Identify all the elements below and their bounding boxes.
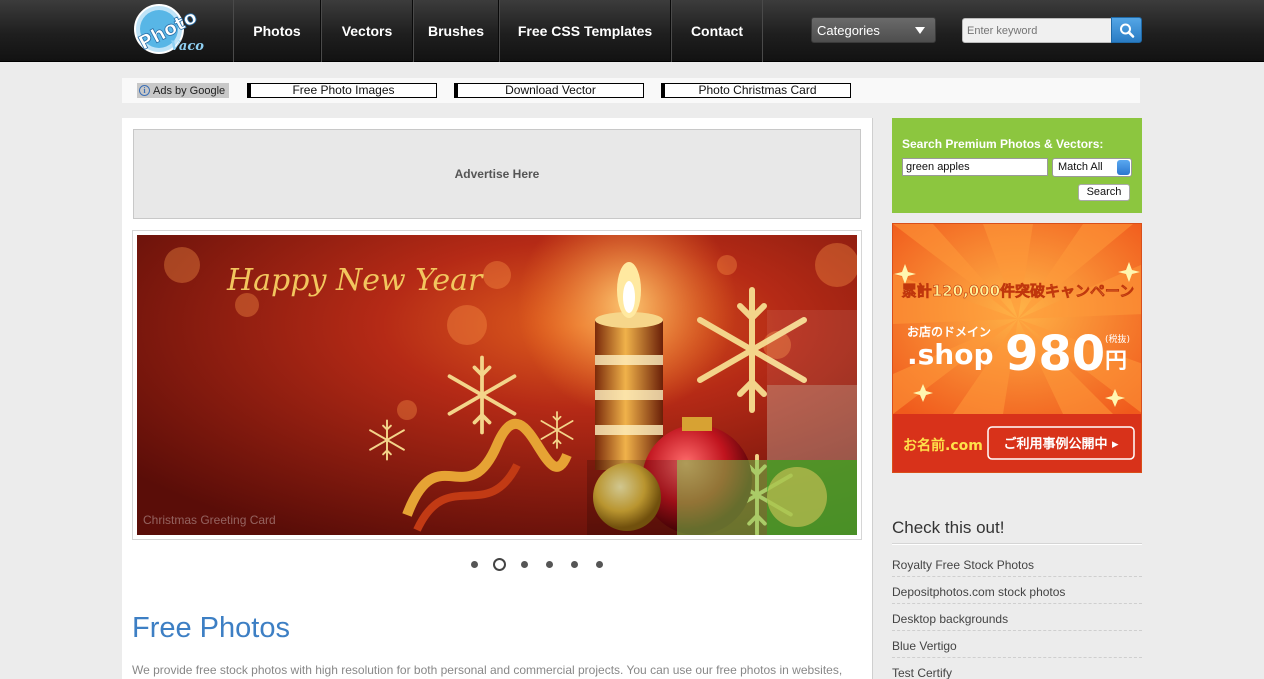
nav-brushes[interactable]: Brushes (413, 0, 499, 62)
banner-headline: 累計120,000件突破キャンペーン (902, 282, 1135, 300)
slider-dot-4[interactable] (546, 561, 553, 568)
banner-price: 980 (1005, 326, 1105, 382)
premium-search-title: Search Premium Photos & Vectors: (902, 137, 1104, 151)
main-nav: Photos Vectors Brushes Free CSS Template… (233, 0, 763, 62)
premium-search-input[interactable] (902, 158, 1048, 176)
slide-caption: Christmas Greeting Card (143, 513, 276, 527)
banner-yen: 円 (1105, 349, 1127, 374)
list-item[interactable]: Depositphotos.com stock photos (892, 577, 1142, 604)
banner-tax-note: (税抜) (1105, 333, 1130, 345)
page-title: Free Photos (132, 612, 290, 644)
select-arrows-icon (1117, 160, 1130, 175)
premium-search-button[interactable]: Search (1078, 184, 1130, 201)
intro-text: We provide free stock photos with high r… (132, 663, 843, 677)
main-content: Advertise Here Happy New Year Christmas … (122, 118, 872, 679)
advert-placeholder[interactable]: Advertise Here (133, 129, 861, 219)
slider-dot-2[interactable] (493, 558, 506, 571)
nav-vectors[interactable]: Vectors (321, 0, 413, 62)
nav-free-css-templates[interactable]: Free CSS Templates (499, 0, 671, 62)
match-mode-select[interactable]: Match All (1052, 158, 1132, 177)
banner-graphic: 累計120,000件突破キャンペーン お店のドメイン .shop 980 円 (… (893, 224, 1141, 472)
match-mode-label: Match All (1058, 161, 1103, 173)
ad-links-strip: i Ads by Google Free Photo Images Downlo… (122, 78, 1140, 103)
banner-subtitle: お店のドメイン (907, 324, 991, 339)
banner-cta: ご利用事例公開中 ▸ (1003, 436, 1119, 452)
slider-dot-5[interactable] (571, 561, 578, 568)
slider-pagination (462, 558, 612, 571)
top-navigation-bar: Photo Vaco Photos Vectors Brushes Free C… (0, 0, 1264, 62)
keyword-search-input[interactable] (962, 18, 1112, 43)
ad-link-free-photo-images[interactable]: Free Photo Images (247, 83, 437, 98)
site-logo[interactable]: Photo Vaco (126, 2, 226, 58)
logo-graphic: Photo Vaco (134, 4, 204, 55)
nav-contact[interactable]: Contact (671, 0, 763, 62)
column-divider (872, 118, 873, 679)
chevron-down-icon (915, 27, 925, 34)
ad-link-photo-christmas-card[interactable]: Photo Christmas Card (661, 83, 851, 98)
categories-dropdown[interactable]: Categories (811, 17, 936, 43)
section-divider (892, 543, 1142, 545)
nav-photos[interactable]: Photos (233, 0, 321, 62)
christmas-card-image: Happy New Year (137, 235, 857, 535)
premium-search-box: Search Premium Photos & Vectors: Match A… (892, 118, 1142, 213)
slider-dot-3[interactable] (521, 561, 528, 568)
advert-label: Advertise Here (454, 167, 540, 181)
ad-link-download-vector[interactable]: Download Vector (454, 83, 644, 98)
check-this-out-heading: Check this out! (892, 518, 1005, 537)
search-icon (1120, 23, 1135, 38)
list-item[interactable]: Blue Vertigo (892, 631, 1142, 658)
list-item[interactable]: Test Certify (892, 658, 1142, 679)
list-item[interactable]: Desktop backgrounds (892, 604, 1142, 631)
info-icon: i (139, 85, 150, 96)
slider-dot-6[interactable] (596, 561, 603, 568)
check-this-out-list: Royalty Free Stock Photos Depositphotos.… (892, 550, 1142, 679)
ads-by-google-label: Ads by Google (153, 84, 226, 97)
slider-dot-1[interactable] (471, 561, 478, 568)
search-button[interactable] (1111, 17, 1142, 43)
list-item[interactable]: Royalty Free Stock Photos (892, 550, 1142, 577)
image-slider: Happy New Year Christmas Greeting Card (132, 230, 862, 540)
domain-ad-banner[interactable]: 累計120,000件突破キャンペーン お店のドメイン .shop 980 円 (… (892, 223, 1142, 473)
banner-brand: お名前.com (903, 437, 983, 454)
banner-domain: .shop (907, 338, 994, 371)
ads-by-google-badge[interactable]: i Ads by Google (137, 83, 230, 98)
slide-christmas-card[interactable]: Happy New Year Christmas Greeting Card (137, 235, 857, 535)
logo-text-vaco: Vaco (170, 39, 204, 54)
categories-label: Categories (817, 23, 880, 38)
slide-headline: Happy New Year (226, 263, 484, 298)
